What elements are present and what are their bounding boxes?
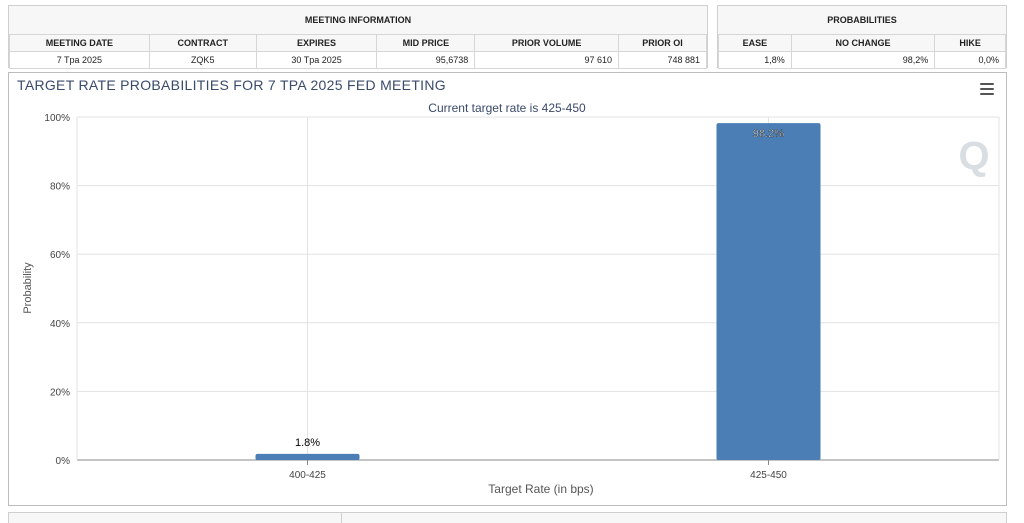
header-mid-price: MID PRICE [376,34,476,52]
bar [255,453,360,460]
header-prior-oi: PRIOR OI [618,34,707,52]
prior-oi-value: 748 881 [618,51,707,69]
chart-subtitle: Current target rate is 425-450 [428,101,586,115]
header-meeting-date: MEETING DATE [9,34,150,52]
data-label: 98.2% [753,128,784,140]
y-tick-label: 20% [50,387,70,398]
contract-value: ZQK5 [148,51,257,69]
header-contract: CONTRACT [148,34,257,52]
x-axis-ticks: 400-425 425-450 [289,460,787,481]
x-tick-label: 400-425 [289,470,326,481]
y-axis-ticks: 0% 20% 40% 60% 80% 100% [44,113,70,467]
y-tick-label: 80% [50,182,70,193]
y-axis-label: Probability [22,262,34,314]
probabilities-table: EASE NO CHANGE HIKE 1,8% 98,2% 0,0% [718,34,1006,69]
prior-volume-value: 97 610 [474,51,620,69]
watermark-logo-icon: Q [958,134,989,178]
bar [716,123,821,460]
probabilities-data-row: 1,8% 98,2% 0,0% [718,51,1006,69]
x-tick-label: 425-450 [750,470,787,481]
meeting-date-value: 7 Tpa 2025 [9,51,150,69]
no-change-value: 98,2% [790,51,936,69]
y-tick-label: 0% [56,456,71,467]
header-expires: EXPIRES [255,34,378,52]
bars-group [255,123,821,460]
x-axis-label: Target Rate (in bps) [488,482,593,496]
data-labels-group: 1.8% 98.2% [295,128,784,449]
y-tick-label: 100% [44,113,70,124]
header-prior-volume: PRIOR VOLUME [474,34,620,52]
probabilities-title: PROBABILITIES [827,15,897,25]
probabilities-panel: PROBABILITIES EASE NO CHANGE HIKE 1,8% 9… [717,5,1007,69]
ease-value: 1,8% [718,51,792,69]
data-label: 1.8% [295,437,320,449]
mid-price-value: 95,6738 [376,51,476,69]
meeting-info-data-row: 7 Tpa 2025 ZQK5 30 Tpa 2025 95,6738 97 6… [9,51,707,69]
probabilities-header-row: EASE NO CHANGE HIKE [718,34,1006,52]
meeting-info-title: MEETING INFORMATION [304,15,412,25]
bottom-panel-right [341,512,1007,523]
hike-value: 0,0% [934,51,1006,69]
header-ease: EASE [718,34,792,52]
header-no-change: NO CHANGE [790,34,936,52]
y-tick-label: 60% [50,250,70,261]
meeting-info-panel: MEETING INFORMATION MEETING DATE CONTRAC… [8,5,708,69]
chart-panel: TARGET RATE PROBABILITIES FOR 7 TPA 2025… [8,72,1007,506]
expires-value: 30 Tpa 2025 [255,51,378,69]
meeting-info-table: MEETING DATE CONTRACT EXPIRES MID PRICE … [9,34,707,69]
bottom-panel-left [8,512,342,523]
y-tick-label: 40% [50,319,70,330]
chart-grid [76,116,1000,461]
header-hike: HIKE [934,34,1006,52]
meeting-info-header-row: MEETING DATE CONTRACT EXPIRES MID PRICE … [9,34,707,52]
chart-svg: Current target rate is 425-450 0% 20% 40% 6… [22,101,1000,496]
